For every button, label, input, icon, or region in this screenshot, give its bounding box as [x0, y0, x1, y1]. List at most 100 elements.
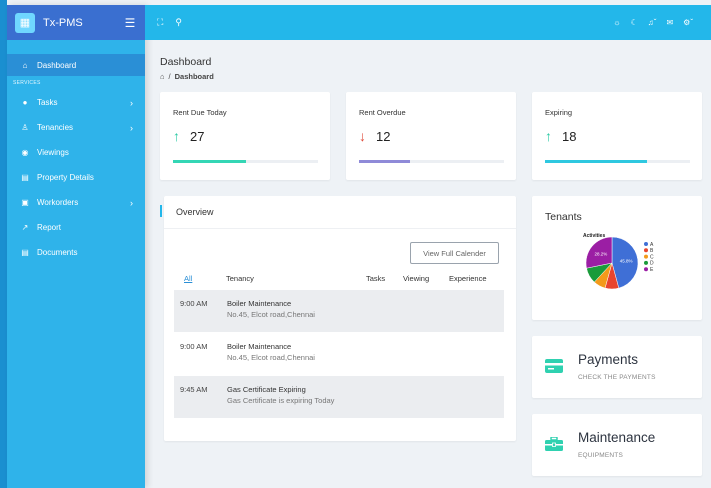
document-icon: ▤ — [21, 248, 29, 257]
legend-label: A — [650, 242, 654, 248]
maintenance-subtitle: EQUIPMENTS — [578, 452, 623, 459]
sidebar-item-label: Property Details — [37, 173, 94, 182]
table-row[interactable]: 9:45 AM Gas Certificate Expiring Gas Cer… — [174, 376, 504, 418]
sidebar-item-viewings[interactable]: ◉ Viewings — [7, 140, 145, 165]
topbar: ⛶ ⚲ ☼ ☾ ♫ˇ ✉ ⚙ˇ — [145, 5, 711, 40]
chart-title: Activities — [583, 233, 605, 239]
page-title: Dashboard — [160, 56, 212, 68]
stat-card-rent-overdue: Rent Overdue ↓ 12 — [346, 92, 516, 180]
stat-value: 18 — [562, 128, 577, 144]
sun-icon[interactable]: ☼ — [613, 18, 620, 27]
divider — [164, 228, 516, 229]
table-row[interactable]: 9:00 AM Boiler Maintenance No.45, Elcot … — [174, 333, 504, 375]
home-icon: ⌂ — [22, 60, 28, 70]
search-icon[interactable]: ⚲ — [175, 17, 182, 28]
row-time: 9:00 AM — [180, 342, 208, 351]
overview-accent — [160, 205, 162, 217]
arrow-down-icon: ↓ — [359, 128, 366, 144]
progress-bar — [545, 160, 690, 163]
stat-title: Expiring — [545, 108, 573, 117]
credit-card-icon — [545, 359, 563, 373]
sidebar-item-label: Dashboard — [37, 60, 77, 70]
stat-title: Rent Overdue — [359, 108, 406, 117]
arrow-up-icon: ↑ — [173, 128, 180, 144]
maintenance-card[interactable]: Maintenance EQUIPMENTS — [532, 414, 702, 476]
circle-icon: ● — [22, 98, 28, 107]
legend-marker — [644, 260, 648, 265]
stat-value: 27 — [190, 128, 205, 144]
payments-title: Payments — [578, 352, 639, 367]
maintenance-title: Maintenance — [578, 430, 656, 445]
fullscreen-icon[interactable]: ⛶ — [157, 17, 163, 28]
tenants-card: Tenants Activities 45.8% 28.2% ABCDE — [532, 196, 702, 320]
toolbox-icon — [545, 437, 563, 451]
moon-icon[interactable]: ☾ — [631, 18, 638, 27]
column-tenancy[interactable]: Tenancy — [226, 274, 366, 283]
table-row[interactable]: 9:00 AM Boiler Maintenance No.45, Elcot … — [174, 290, 504, 332]
breadcrumb: ⌂ / Dashboard — [160, 72, 214, 81]
sidebar-item-property-details[interactable]: ▤ Property Details — [7, 165, 145, 190]
gear-icon[interactable]: ⚙ˇ — [683, 18, 693, 27]
stat-value: 12 — [376, 128, 391, 144]
legend-label: E — [650, 267, 654, 273]
row-time: 9:00 AM — [180, 299, 208, 308]
pie-data-label: 28.2% — [595, 251, 608, 256]
sidebar: ▦ Tx-PMS ☰ ⌂ Dashboard SERVICES ● Tasks … — [7, 5, 145, 488]
column-tasks[interactable]: Tasks — [366, 274, 403, 283]
pie-chart: Activities 45.8% 28.2% ABCDE — [583, 233, 654, 290]
sidebar-item-label: Report — [37, 223, 62, 232]
sidebar-item-label: Viewings — [37, 148, 69, 157]
window-edge — [0, 0, 7, 488]
sidebar-item-tenancies[interactable]: ♙ Tenancies › — [7, 115, 145, 140]
legend-label: B — [650, 248, 654, 254]
mail-icon[interactable]: ✉ — [666, 18, 673, 27]
sidebar-item-tasks[interactable]: ● Tasks › — [7, 90, 145, 115]
stat-card-rent-due: Rent Due Today ↑ 27 — [160, 92, 330, 180]
document-icon: ▤ — [21, 173, 29, 182]
breadcrumb-current: Dashboard — [174, 72, 214, 81]
sidebar-item-dashboard[interactable]: ⌂ Dashboard — [7, 54, 145, 76]
bell-icon[interactable]: ♫ˇ — [648, 18, 657, 27]
row-time: 9:45 AM — [180, 385, 208, 394]
progress-bar — [359, 160, 504, 163]
progress-fill — [359, 160, 410, 163]
payments-card[interactable]: Payments CHECK THE PAYMENTS — [532, 336, 702, 398]
sidebar-item-documents[interactable]: ▤ Documents — [7, 240, 145, 265]
progress-fill — [173, 160, 246, 163]
sidebar-item-report[interactable]: ↗ Report — [7, 215, 145, 240]
legend-label: D — [650, 261, 654, 267]
legend-label: C — [650, 254, 654, 260]
row-subtitle: Gas Certificate is expiring Today — [227, 396, 335, 405]
legend-marker — [644, 254, 648, 259]
row-title: Boiler Maintenance — [227, 299, 292, 308]
row-subtitle: No.45, Elcot road,Chennai — [227, 353, 315, 362]
trend-icon: ↗ — [21, 223, 29, 232]
menu-toggle-icon[interactable]: ☰ — [123, 16, 137, 30]
overview-title: Overview — [176, 207, 214, 217]
stat-card-expiring: Expiring ↑ 18 — [532, 92, 702, 180]
progress-bar — [173, 160, 318, 163]
sidebar-item-label: Tenancies — [37, 123, 74, 132]
row-title: Boiler Maintenance — [227, 342, 292, 351]
toolbox-icon: ▣ — [21, 198, 29, 207]
sidebar-item-label: Workorders — [37, 198, 79, 207]
legend-marker — [644, 267, 648, 272]
column-experience[interactable]: Experience — [449, 274, 487, 283]
legend-marker — [644, 248, 648, 253]
home-icon[interactable]: ⌂ — [160, 72, 165, 81]
pie-data-label: 45.8% — [620, 259, 633, 264]
eye-icon: ◉ — [21, 148, 29, 157]
sidebar-item-workorders[interactable]: ▣ Workorders › — [7, 190, 145, 215]
column-viewing[interactable]: Viewing — [403, 274, 449, 283]
view-full-calendar-button[interactable]: View Full Calender — [410, 242, 499, 264]
chevron-right-icon: › — [130, 122, 133, 133]
sidebar-section-label: SERVICES — [13, 80, 41, 86]
table-header: All Tenancy Tasks Viewing Experience — [174, 270, 504, 287]
chevron-right-icon: › — [130, 197, 133, 208]
progress-fill — [545, 160, 647, 163]
brand-bar: ▦ Tx-PMS ☰ — [7, 5, 145, 40]
tab-all[interactable]: All — [174, 274, 226, 283]
sidebar-item-label: Tasks — [37, 98, 58, 107]
overview-card: Overview View Full Calender All Tenancy … — [160, 196, 516, 441]
row-title: Gas Certificate Expiring — [227, 385, 306, 394]
